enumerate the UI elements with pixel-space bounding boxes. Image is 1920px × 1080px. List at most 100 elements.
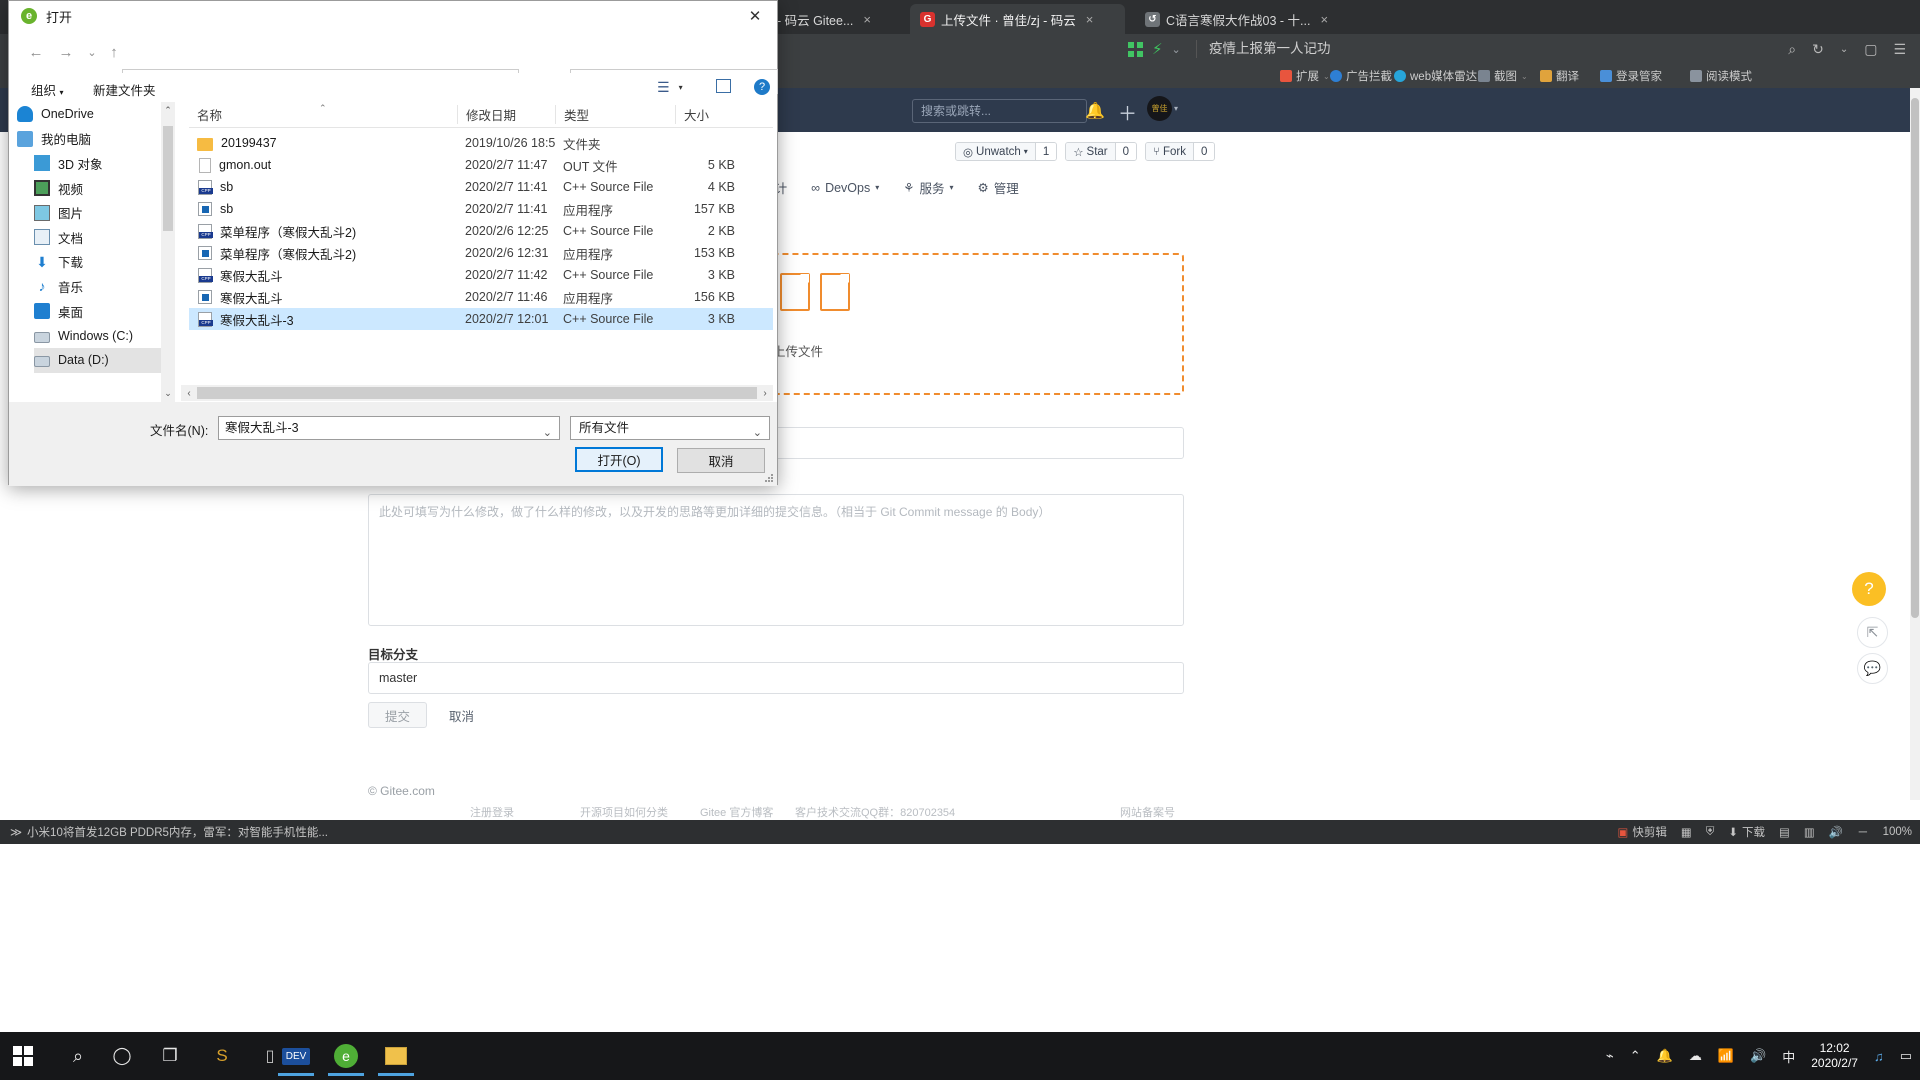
taskbar-clock[interactable]: 12:02 2020/2/7 — [1811, 1041, 1858, 1071]
bell-icon[interactable]: 🔔 — [1657, 1048, 1673, 1064]
scrollbar-thumb[interactable] — [1911, 98, 1919, 618]
table-row[interactable]: 菜单程序（寒假大乱斗2) 2020/2/6 12:25 C++ Source F… — [189, 220, 773, 242]
table-row[interactable]: 菜单程序（寒假大乱斗2) 2020/2/6 12:31 应用程序 153 KB — [189, 242, 773, 264]
volume-icon[interactable]: 🔊 — [1750, 1048, 1766, 1064]
ime-icon[interactable]: 中 — [1782, 1047, 1795, 1066]
resize-grip[interactable] — [764, 474, 774, 484]
page-bottom-text-1[interactable]: 开源项目如何分类 — [580, 804, 668, 820]
filetype-select[interactable]: 所有文件 ⌄ — [570, 416, 770, 440]
star-button[interactable]: ☆ Star — [1066, 143, 1115, 160]
notification-bell-icon[interactable]: 🔔 — [1085, 101, 1105, 121]
sidebar-item-music[interactable]: ♪ 音乐 — [34, 274, 165, 299]
download-button[interactable]: ⬇ 下载 — [1728, 824, 1765, 840]
preview-pane-icon[interactable] — [716, 79, 731, 93]
menu-icon[interactable]: ☰ — [1893, 41, 1906, 58]
view-options[interactable]: ☰ ▾ — [657, 79, 683, 96]
chevron-down-icon[interactable]: ▾ — [1174, 104, 1178, 113]
sidebar-item-documents[interactable]: 文档 — [34, 225, 165, 250]
search-icon[interactable]: ⌕ — [1788, 41, 1796, 58]
browser-scrollbar[interactable] — [1910, 88, 1920, 820]
grid-icon[interactable]: ▦ — [1681, 825, 1692, 839]
address-bar[interactable]: 疫情上报第一人记功 — [1196, 40, 1331, 58]
sidebar-item-windows-c[interactable]: Windows (C:) — [34, 323, 165, 348]
music-icon[interactable]: ♫ — [1874, 1049, 1884, 1064]
quick-edit-button[interactable]: ▣ 快剪辑 — [1617, 824, 1666, 840]
repo-nav-manage[interactable]: ⚙ 管理 — [966, 178, 1031, 197]
table-row[interactable]: 寒假大乱斗 2020/2/7 11:46 应用程序 156 KB — [189, 286, 773, 308]
taskbar-sublime-icon[interactable]: S — [200, 1036, 244, 1076]
network-icon[interactable]: 📶 — [1718, 1048, 1734, 1064]
shield-icon[interactable]: ⛨ — [1706, 826, 1715, 839]
bookmark-6[interactable]: 阅读模式 — [1690, 68, 1752, 84]
description-textarea[interactable]: 此处可填写为什么修改，做了什么样的修改，以及开发的思路等更加详细的提交信息。（相… — [368, 494, 1184, 626]
page-icon[interactable]: ▤ — [1779, 825, 1790, 839]
watch-button-group[interactable]: ◎ Unwatch ▾ 1 — [955, 142, 1058, 161]
column-header-type[interactable]: 类型 — [555, 105, 675, 124]
doc-icon[interactable]: ▥ — [1804, 825, 1815, 839]
help-fab[interactable]: ? — [1852, 572, 1886, 606]
scrollbar-thumb[interactable] — [197, 387, 757, 399]
repo-nav-devops[interactable]: ∞ DevOps ▾ — [799, 181, 891, 195]
fork-button[interactable]: ⑂ Fork — [1146, 143, 1193, 160]
taskbar-search-icon[interactable]: ⌕ — [56, 1036, 100, 1076]
taskbar-explorer-icon[interactable] — [372, 1036, 420, 1076]
view-list-icon[interactable]: ☰ — [657, 79, 670, 96]
chevron-down-icon[interactable]: ⌄ — [1172, 43, 1181, 56]
filename-input[interactable]: 寒假大乱斗-3 ⌄ — [218, 416, 560, 440]
submit-button[interactable]: 提交 — [368, 702, 428, 728]
fork-button-group[interactable]: ⑂ Fork 0 — [1145, 142, 1216, 161]
taskbar-devcpp-icon[interactable]: DEV — [272, 1036, 320, 1076]
new-folder-button[interactable]: 新建文件夹 — [93, 80, 156, 99]
lightning-icon[interactable]: ⚡ — [1152, 42, 1163, 57]
share-fab-icon[interactable]: ⇱ — [1857, 617, 1888, 648]
bookmark-5[interactable]: 登录管家 — [1600, 68, 1662, 84]
qr-icon[interactable] — [1128, 41, 1143, 57]
volume-icon[interactable]: 🔊 — [1829, 825, 1843, 839]
bookmark-2[interactable]: web媒体雷达 — [1394, 68, 1477, 84]
scroll-right-icon[interactable]: › — [757, 385, 773, 401]
close-icon[interactable]: × — [1086, 12, 1094, 27]
dialog-title-bar[interactable]: e 打开 ✕ — [9, 1, 777, 31]
sidebar-scrollbar[interactable]: ⌃ ⌄ — [161, 102, 175, 402]
action-center-icon[interactable]: ▭ — [1900, 1048, 1912, 1064]
avatar[interactable]: 曾佳 — [1147, 96, 1172, 121]
close-icon[interactable]: × — [863, 12, 871, 27]
bookmark-3[interactable]: 截图 ⌄ — [1478, 68, 1528, 84]
table-row[interactable]: gmon.out 2020/2/7 11:47 OUT 文件 5 KB — [189, 154, 773, 176]
unwatch-button[interactable]: ◎ Unwatch ▾ — [956, 143, 1035, 160]
minus-icon[interactable]: － — [1857, 824, 1869, 840]
cancel-button[interactable]: 取消 — [677, 448, 765, 473]
window-icon[interactable]: ▢ — [1864, 41, 1877, 58]
file-list-horizontal-scrollbar[interactable]: ‹ › — [181, 385, 773, 401]
table-row[interactable]: 20199437 2019/10/26 18:52 文件夹 — [189, 132, 773, 154]
sidebar-item-data-d[interactable]: Data (D:) — [34, 347, 165, 373]
cancel-link[interactable]: 取消 — [449, 706, 474, 725]
feedback-fab-icon[interactable]: 💬 — [1857, 653, 1888, 684]
organize-menu[interactable]: 组织 ▾ — [31, 80, 64, 99]
taskbar-task-view-icon[interactable]: ❐ — [148, 1036, 192, 1076]
chevron-down-icon[interactable]: ⌄ — [1521, 72, 1528, 81]
taskbar-browser-360-icon[interactable]: e — [322, 1036, 370, 1076]
sidebar-item-desktop[interactable]: 桌面 — [34, 299, 165, 324]
repo-nav-services[interactable]: ⚘ 服务 ▾ — [891, 178, 965, 197]
pen-icon[interactable]: ⌁ — [1606, 1048, 1614, 1064]
table-row[interactable]: sb 2020/2/7 11:41 应用程序 157 KB — [189, 198, 773, 220]
taskbar-cortana-icon[interactable]: ◯ — [100, 1036, 144, 1076]
sidebar-item-downloads[interactable]: ⬇ 下载 — [34, 250, 165, 275]
sidebar-item-pictures[interactable]: 图片 — [34, 200, 165, 225]
chevron-down-icon[interactable]: ⌄ — [1840, 44, 1848, 55]
table-row[interactable]: 寒假大乱斗-3 2020/2/7 12:01 C++ Source File 3… — [189, 308, 773, 330]
scroll-down-icon[interactable]: ⌄ — [161, 385, 175, 402]
scroll-left-icon[interactable]: ‹ — [181, 385, 197, 401]
bookmark-1[interactable]: 广告拦截 — [1330, 68, 1392, 84]
scroll-up-icon[interactable]: ⌃ — [161, 102, 175, 119]
sidebar-item-onedrive[interactable]: OneDrive — [17, 102, 165, 127]
page-bottom-text-4[interactable]: 网站备案号 — [1120, 804, 1175, 820]
bookmark-4[interactable]: 翻译 — [1540, 68, 1579, 84]
chevron-down-icon[interactable]: ⌄ — [753, 422, 762, 444]
bookmark-0[interactable]: 扩展 ⌄ — [1280, 68, 1330, 84]
sidebar-item-my-computer[interactable]: 我的电脑 — [17, 127, 165, 152]
column-header-size[interactable]: 大小 — [675, 105, 747, 124]
branch-input[interactable]: master — [368, 662, 1184, 694]
help-icon[interactable]: ? — [754, 79, 770, 95]
